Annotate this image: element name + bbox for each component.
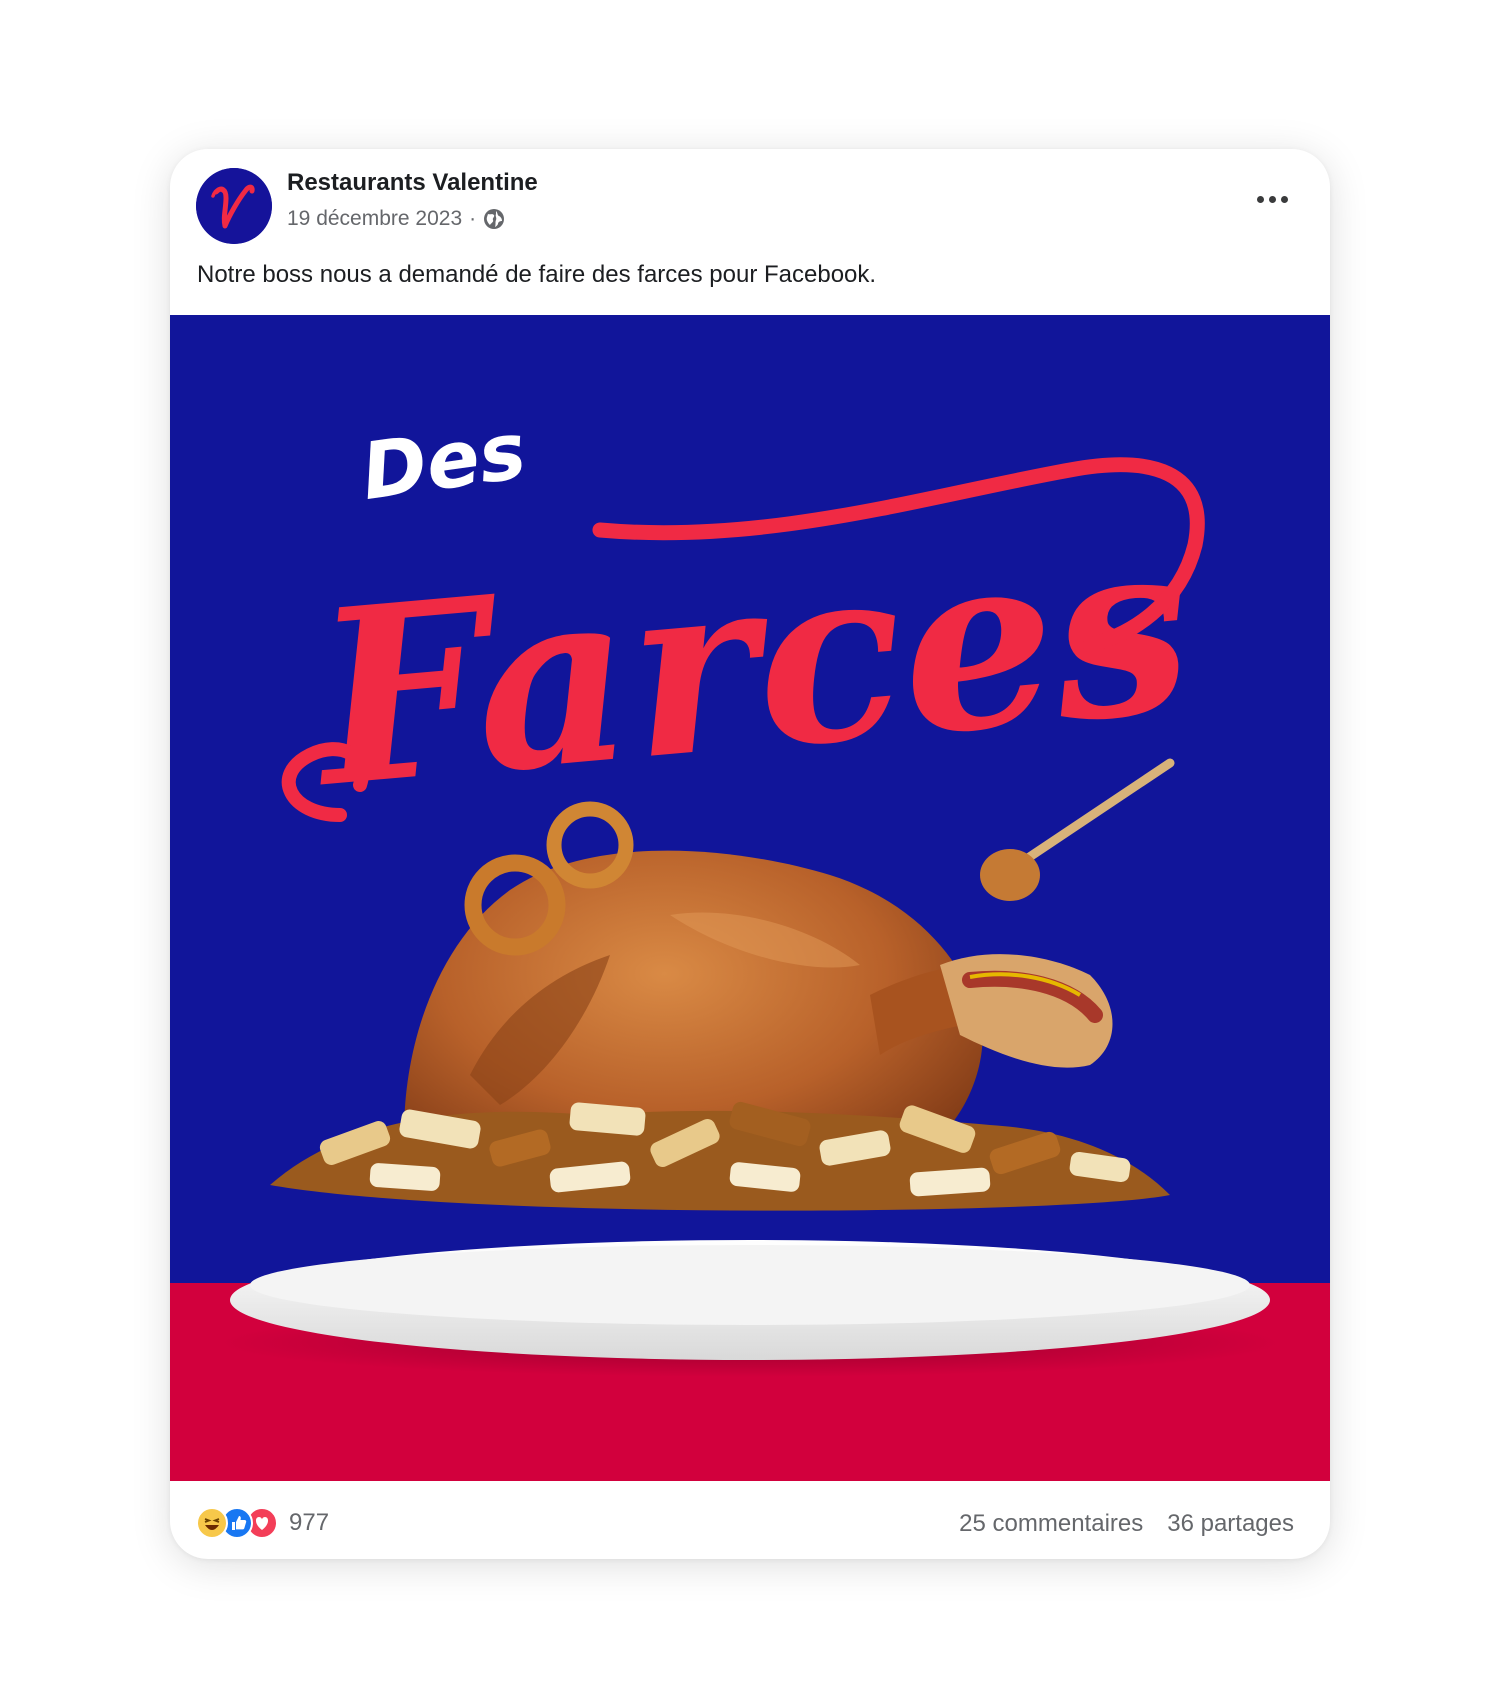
post-image[interactable]: Des Farces: [170, 315, 1330, 1481]
dot: [1268, 195, 1276, 203]
post-meta: 19 décembre 2023 ·: [287, 207, 505, 231]
dot: [1256, 195, 1264, 203]
valentine-logo-icon: [196, 168, 272, 244]
meta-separator: ·: [469, 207, 477, 230]
post-date[interactable]: 19 décembre 2023: [287, 207, 462, 231]
haha-icon: [196, 1507, 228, 1539]
post-text: Notre boss nous a demandé de faire des f…: [197, 261, 877, 288]
dot: [1280, 195, 1288, 203]
reactions-summary[interactable]: 977: [196, 1507, 329, 1539]
page-avatar[interactable]: [196, 168, 272, 244]
reaction-count: 977: [289, 1509, 330, 1536]
more-options-button[interactable]: [1254, 189, 1290, 209]
farces-promo-image: Des Farces: [170, 315, 1330, 1481]
shares-link[interactable]: 36 partages: [1167, 1507, 1294, 1541]
page-name[interactable]: Restaurants Valentine: [287, 169, 538, 197]
post-card: Restaurants Valentine 19 décembre 2023 ·…: [170, 149, 1330, 1559]
comments-link[interactable]: 25 commentaires: [959, 1507, 1143, 1541]
post-stats: 25 commentaires 36 partages: [959, 1507, 1294, 1541]
globe-icon: [484, 209, 505, 229]
corn-dog: [980, 849, 1040, 901]
